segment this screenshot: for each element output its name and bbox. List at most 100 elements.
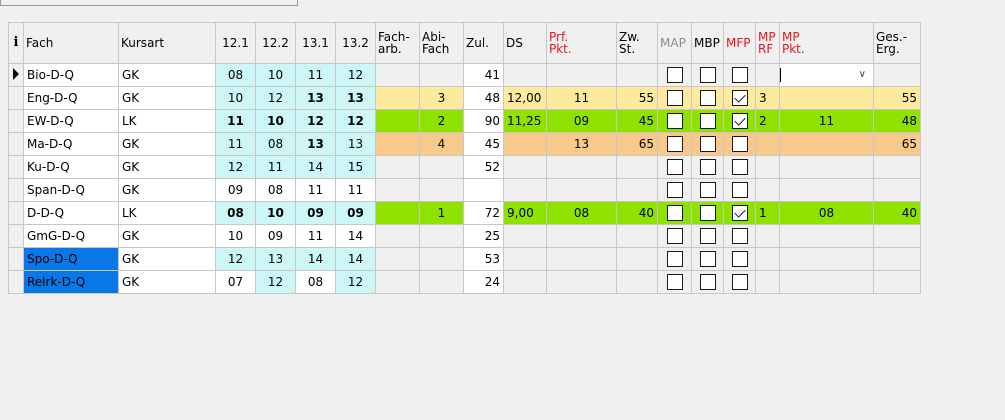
cell-mfp[interactable] [723,224,756,248]
cell-facharbeit[interactable] [375,178,420,202]
cell-abifach[interactable] [419,224,464,248]
mfp-checkbox[interactable] [731,159,748,175]
table-row[interactable]: Ku-D-Q GK 12 11 14 15 52 [8,155,921,179]
cell-ges-erg[interactable]: 40 [873,201,921,225]
cell-fach[interactable]: GmG-D-Q [23,224,119,248]
cell-zul[interactable]: 45 [463,132,504,156]
cell-facharbeit[interactable] [375,224,420,248]
cell-s131[interactable]: 11 [295,178,336,202]
cell-zw-st[interactable] [616,63,658,87]
cell-mfp[interactable] [723,155,756,179]
cell-mp-pkt[interactable] [779,178,874,202]
cell-s131[interactable]: 14 [295,155,336,179]
mfp-checkbox[interactable] [731,113,748,129]
map-checkbox[interactable] [666,67,683,83]
mfp-checkbox[interactable] [731,251,748,267]
mbp-checkbox[interactable] [699,205,716,221]
cell-s132[interactable]: 11 [335,178,376,202]
mbp-checkbox[interactable] [699,251,716,267]
row-indicator[interactable] [8,63,24,87]
header-mfp[interactable]: MFP [723,22,756,64]
cell-mp-pkt[interactable] [779,224,874,248]
cell-zw-st[interactable]: 55 [616,86,658,110]
mbp-checkbox[interactable] [699,274,716,290]
header-map[interactable]: MAP [657,22,692,64]
cell-prf-pkt[interactable] [546,155,617,179]
cell-mfp[interactable] [723,178,756,202]
cell-s131[interactable]: 11 [295,63,336,87]
map-checkbox[interactable] [666,251,683,267]
mbp-checkbox[interactable] [699,90,716,106]
cell-abifach[interactable] [419,247,464,271]
cell-zw-st[interactable]: 40 [616,201,658,225]
cell-abifach[interactable]: 4 [419,132,464,156]
cell-s121[interactable]: 11 [215,109,256,133]
cell-s132[interactable]: 13 [335,86,376,110]
cell-mp-pkt[interactable] [779,132,874,156]
cell-mp-pkt[interactable] [779,270,874,294]
cell-ds[interactable]: 12,00 [503,86,547,110]
row-indicator[interactable] [8,224,24,248]
cell-mbp[interactable] [691,247,724,271]
cell-ds[interactable] [503,178,547,202]
cell-map[interactable] [657,247,692,271]
cell-prf-pkt[interactable] [546,178,617,202]
chevron-down-icon[interactable]: ∨ [859,69,866,80]
row-indicator[interactable] [8,178,24,202]
cell-mfp[interactable] [723,201,756,225]
cell-s121[interactable]: 08 [215,63,256,87]
cell-mbp[interactable] [691,109,724,133]
cell-kursart[interactable]: GK [118,224,216,248]
cell-s131[interactable]: 12 [295,109,336,133]
cell-s122[interactable]: 12 [255,270,296,294]
map-checkbox[interactable] [666,205,683,221]
cell-s121[interactable]: 07 [215,270,256,294]
cell-mbp[interactable] [691,132,724,156]
cell-ges-erg[interactable] [873,247,921,271]
cell-map[interactable] [657,63,692,87]
cell-mp-rf[interactable]: 2 [755,109,780,133]
cell-s132[interactable]: 14 [335,247,376,271]
cell-ges-erg[interactable]: 48 [873,109,921,133]
cell-prf-pkt[interactable] [546,63,617,87]
header-zul[interactable]: Zul. [463,22,504,64]
table-row[interactable]: D-D-Q LK 08 10 09 09 1 72 9,00 08 40 1 08 40 [8,201,921,225]
map-checkbox[interactable] [666,159,683,175]
cell-s132[interactable]: 13 [335,132,376,156]
table-row[interactable]: Span-D-Q GK 09 08 11 11 [8,178,921,202]
cell-facharbeit[interactable] [375,109,420,133]
mbp-checkbox[interactable] [699,228,716,244]
cell-facharbeit[interactable] [375,63,420,87]
cell-ges-erg[interactable] [873,270,921,294]
table-row[interactable]: EW-D-Q LK 11 10 12 12 2 90 11,25 09 45 2 11 48 [8,109,921,133]
cell-s131[interactable]: 13 [295,86,336,110]
cell-facharbeit[interactable] [375,132,420,156]
cell-zul[interactable]: 53 [463,247,504,271]
table-row[interactable]: Ma-D-Q GK 11 08 13 13 4 45 13 65 65 [8,132,921,156]
mbp-checkbox[interactable] [699,113,716,129]
cell-kursart[interactable]: GK [118,63,216,87]
cell-mp-pkt-dropdown[interactable]: ∨ [779,63,874,87]
mfp-checkbox[interactable] [731,90,748,106]
mbp-checkbox[interactable] [699,182,716,198]
header-12-1[interactable]: 12.1 [215,22,256,64]
cell-abifach[interactable] [419,155,464,179]
cell-prf-pkt[interactable] [546,224,617,248]
cell-s132[interactable]: 14 [335,224,376,248]
header-13-2[interactable]: 13.2 [335,22,376,64]
cell-mp-rf[interactable]: 3 [755,86,780,110]
cell-mp-rf[interactable] [755,132,780,156]
cell-ges-erg[interactable]: 55 [873,86,921,110]
cell-map[interactable] [657,201,692,225]
cell-facharbeit[interactable] [375,270,420,294]
row-indicator[interactable] [8,247,24,271]
cell-mp-rf[interactable] [755,63,780,87]
cell-s132[interactable]: 15 [335,155,376,179]
map-checkbox[interactable] [666,113,683,129]
cell-kursart[interactable]: GK [118,178,216,202]
header-abifach[interactable]: Abi- Fach [419,22,464,64]
cell-s121[interactable]: 11 [215,132,256,156]
mbp-checkbox[interactable] [699,159,716,175]
mbp-checkbox[interactable] [699,136,716,152]
cell-zul[interactable]: 90 [463,109,504,133]
